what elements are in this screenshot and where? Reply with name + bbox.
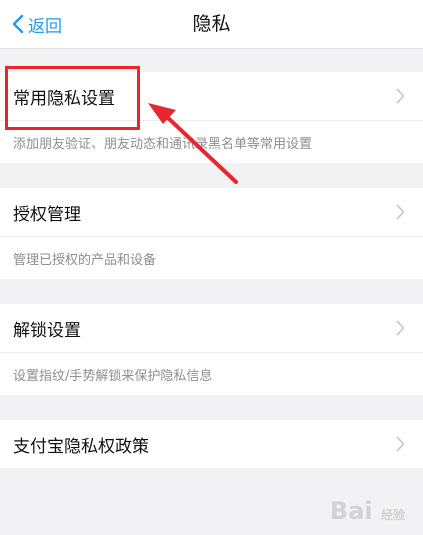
- watermark-text: Bai: [329, 497, 373, 525]
- watermark-sub: 经验: [380, 508, 405, 522]
- annotation-arrow-icon: [148, 103, 238, 184]
- watermark: Bai 经验: [330, 497, 405, 525]
